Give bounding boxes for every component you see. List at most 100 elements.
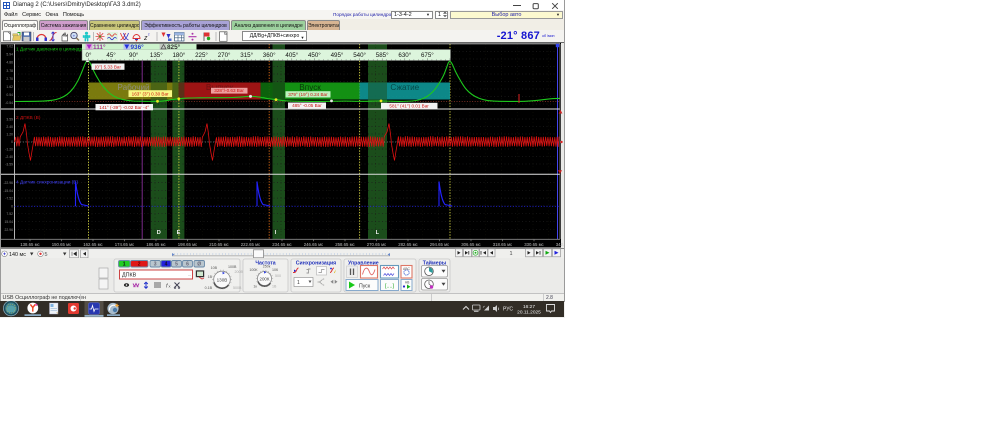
svg-text:РУС: РУС — [503, 307, 513, 313]
svg-text:D: D — [157, 230, 161, 236]
svg-text:200В: 200В — [235, 270, 244, 274]
svg-text:22.96: 22.96 — [5, 228, 14, 232]
svg-text:15.04: 15.04 — [5, 220, 14, 224]
svg-text:200К: 200К — [260, 277, 270, 282]
svg-text:Впуск: Впуск — [299, 83, 321, 92]
svg-text:210.65 мс: 210.65 мс — [209, 242, 229, 247]
svg-text:111°: 111° — [93, 43, 106, 51]
svg-text:1В: 1В — [272, 285, 277, 289]
svg-text:Пуск: Пуск — [359, 284, 371, 290]
svg-text:4: 4 — [165, 262, 168, 268]
svg-text:4.86: 4.86 — [6, 61, 13, 65]
svg-text:L: L — [376, 230, 380, 236]
svg-text:90°: 90° — [129, 52, 139, 59]
svg-text:0: 0 — [11, 204, 13, 208]
svg-text:16:27: 16:27 — [523, 304, 535, 310]
svg-text:225°: 225° — [195, 52, 208, 59]
svg-text:315°: 315° — [240, 52, 253, 59]
svg-text:485° -0.05 Ваг: 485° -0.05 Ваг — [292, 103, 322, 108]
svg-text:0: 0 — [11, 140, 13, 144]
svg-text:258.65 мс: 258.65 мс — [335, 242, 355, 247]
svg-text:2 ДПКВ (В): 2 ДПКВ (В) — [16, 115, 41, 121]
svg-text:135°: 135° — [150, 52, 163, 59]
svg-text:1.20: 1.20 — [6, 133, 13, 137]
svg-text:270°: 270° — [218, 52, 231, 59]
svg-text:405°: 405° — [285, 52, 298, 59]
svg-text:...: ... — [188, 272, 191, 277]
svg-text:495°: 495° — [331, 52, 344, 59]
svg-text:500: 500 — [275, 274, 281, 278]
svg-text:100К: 100К — [249, 268, 258, 272]
svg-text:318.65 мс: 318.65 мс — [493, 242, 513, 247]
svg-text:6: 6 — [186, 262, 189, 268]
svg-text:234.65 мс: 234.65 мс — [272, 242, 292, 247]
svg-text:162.65 мс: 162.65 мс — [83, 242, 103, 247]
svg-text:222.65 мс: 222.65 мс — [241, 242, 261, 247]
svg-text:5: 5 — [175, 262, 178, 268]
svg-text:1: 1 — [123, 262, 126, 268]
svg-text:Ø: Ø — [197, 262, 201, 268]
svg-text:-7.52: -7.52 — [5, 197, 13, 201]
svg-text:3.78: 3.78 — [6, 69, 13, 73]
svg-text:ABC: ABC — [403, 267, 411, 271]
svg-text:10В: 10В — [211, 266, 218, 270]
svg-text:141° (-39°) -0.02 Ваг -4°: 141° (-39°) -0.02 Ваг -4° — [99, 105, 149, 110]
svg-text:180°: 180° — [172, 52, 185, 59]
svg-text:[....]: [....] — [385, 284, 394, 290]
svg-text:581° (41°) 0.01 Ваг: 581° (41°) 0.01 Ваг — [389, 103, 429, 108]
svg-text:2.70: 2.70 — [6, 77, 13, 81]
svg-text:330.65 мс: 330.65 мс — [524, 242, 544, 247]
svg-text:0.1В: 0.1В — [205, 286, 213, 290]
svg-text:-15.04: -15.04 — [3, 189, 13, 193]
svg-text:²: ² — [148, 33, 150, 38]
svg-text:1В: 1В — [208, 275, 213, 279]
svg-text:1 Датчик давления в цилиндре: 1 Датчик давления в цилиндре — [16, 47, 85, 53]
svg-text:3.59: 3.59 — [6, 118, 13, 122]
svg-text:675°: 675° — [421, 52, 434, 59]
svg-text:150.65 мс: 150.65 мс — [52, 242, 72, 247]
svg-text:2.40: 2.40 — [6, 125, 13, 129]
svg-text:НВ: НВ — [405, 281, 409, 285]
svg-text:130В: 130В — [217, 278, 228, 283]
svg-text:7.02: 7.02 — [6, 45, 13, 49]
svg-text:2: 2 — [138, 262, 141, 268]
svg-text:328°/-0.63 Ваг: 328°/-0.63 Ваг — [214, 88, 244, 93]
svg-text:186.65 мс: 186.65 мс — [146, 242, 166, 247]
svg-text:100В: 100В — [228, 265, 237, 269]
svg-text:E: E — [177, 230, 181, 236]
svg-text:(0°) 5.33 Ваг: (0°) 5.33 Ваг — [95, 64, 122, 69]
svg-text:1: 1 — [297, 280, 300, 286]
svg-text:630°: 630° — [398, 52, 411, 59]
svg-text:294.65 мс: 294.65 мс — [430, 242, 450, 247]
svg-text:379° (19°) 0.24 Ваг: 379° (19°) 0.24 Ваг — [288, 92, 328, 97]
svg-text:1к: 1к — [253, 285, 257, 289]
svg-text:20.11.2025: 20.11.2025 — [517, 310, 541, 316]
svg-text:4 Датчик синхронизации (В): 4 Датчик синхронизации (В) — [16, 180, 79, 186]
svg-text:7.52: 7.52 — [6, 212, 13, 216]
svg-text:250к: 250к — [263, 265, 271, 269]
svg-text:-0.54: -0.54 — [5, 101, 13, 105]
svg-text:540°: 540° — [353, 52, 366, 59]
svg-text:0°: 0° — [86, 52, 92, 59]
svg-text:5.94: 5.94 — [6, 53, 13, 57]
svg-text:Синхронизация: Синхронизация — [296, 261, 336, 267]
svg-text:174.65 мс: 174.65 мс — [115, 242, 135, 247]
svg-text:306.65 мс: 306.65 мс — [461, 242, 481, 247]
svg-text:825°: 825° — [167, 43, 181, 51]
svg-text:3: 3 — [154, 262, 157, 268]
svg-text:246.65 мс: 246.65 мс — [304, 242, 324, 247]
svg-text:500В: 500В — [233, 286, 242, 290]
svg-text:-22.96: -22.96 — [3, 181, 13, 185]
svg-text:1: 1 — [509, 251, 512, 257]
svg-text:-2.40: -2.40 — [5, 155, 13, 159]
svg-text:-1.20: -1.20 — [5, 148, 13, 152]
svg-text:0.54: 0.54 — [6, 93, 13, 97]
svg-text:-3.59: -3.59 — [5, 163, 13, 167]
svg-text:360°: 360° — [263, 52, 276, 59]
svg-text:ДПКВ: ДПКВ — [122, 273, 137, 279]
svg-text:198.65 мс: 198.65 мс — [178, 242, 198, 247]
svg-text:585°: 585° — [376, 52, 389, 59]
svg-text:+: + — [73, 33, 76, 38]
svg-text:1.62: 1.62 — [6, 85, 13, 89]
svg-text:936°: 936° — [131, 43, 145, 51]
